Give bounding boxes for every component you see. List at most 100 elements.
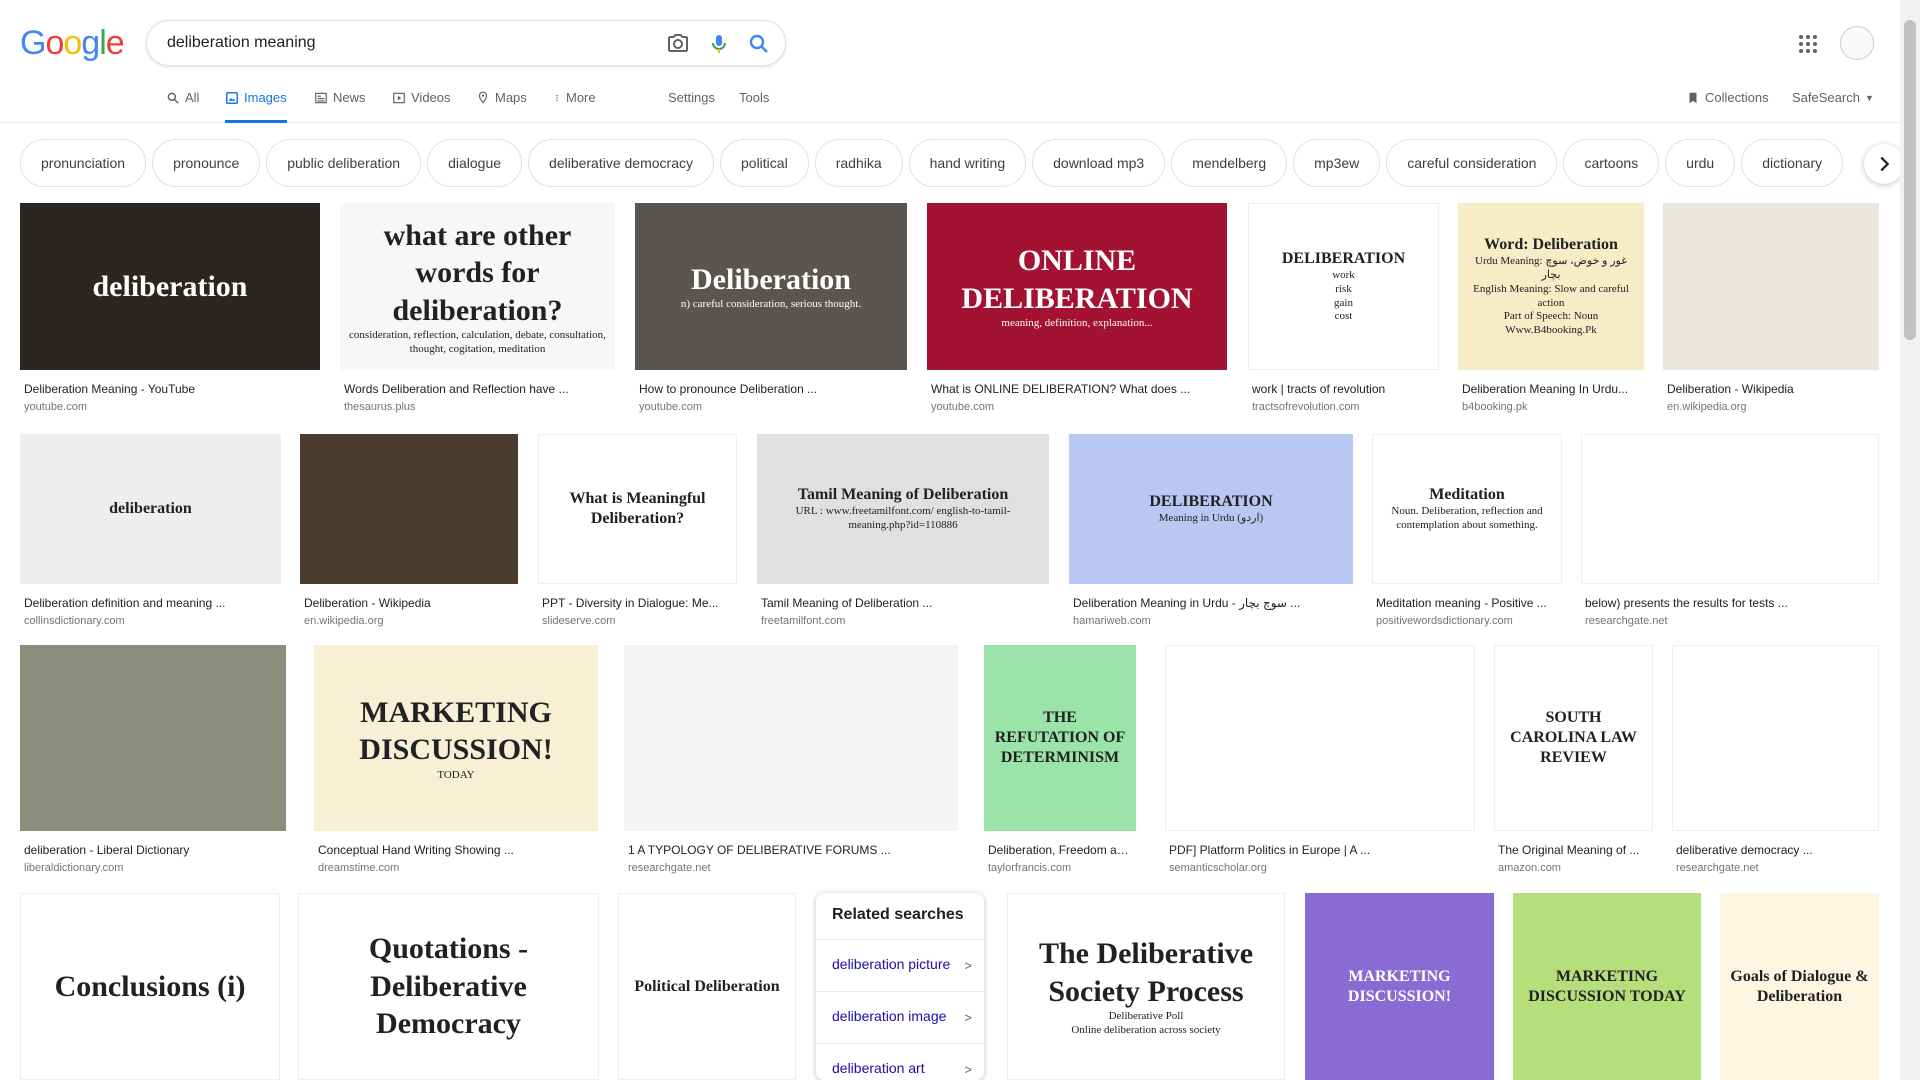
related-search-item[interactable]: deliberation picture > bbox=[816, 939, 984, 991]
result-title[interactable]: Deliberation - Wikipedia bbox=[304, 596, 514, 610]
filter-chip[interactable]: pronunciation bbox=[20, 139, 147, 187]
result-thumbnail[interactable] bbox=[1663, 203, 1879, 370]
result-thumbnail[interactable]: ONLINE DELIBERATION meaning, definition, … bbox=[927, 203, 1227, 370]
result-thumbnail[interactable]: Conclusions (i) bbox=[20, 893, 280, 1080]
image-result[interactable]: Meditation Noun. Deliberation, reflection… bbox=[1372, 434, 1562, 634]
result-title[interactable]: Words Deliberation and Reflection have .… bbox=[344, 382, 611, 396]
result-title[interactable]: 1 A TYPOLOGY OF DELIBERATIVE FORUMS ... bbox=[628, 843, 954, 857]
chips-next-button[interactable] bbox=[1864, 144, 1904, 184]
image-result[interactable]: The Deliberative Society Process Delibera… bbox=[1007, 893, 1285, 1080]
image-result[interactable]: MARKETING DISCUSSION! TODAY Conceptual Han… bbox=[314, 645, 598, 881]
filter-chip[interactable]: political bbox=[720, 139, 809, 187]
result-thumbnail[interactable] bbox=[20, 645, 286, 831]
filter-chip[interactable]: dialogue bbox=[427, 139, 523, 187]
image-result[interactable]: Quotations - Deliberative Democracy bbox=[298, 893, 599, 1080]
microphone-icon[interactable] bbox=[707, 32, 731, 56]
result-title[interactable]: Meditation meaning - Positive ... bbox=[1376, 596, 1558, 610]
image-result[interactable]: DELIBERATION Meaning in Urdu (اردو) Delibe… bbox=[1069, 434, 1353, 634]
image-result[interactable]: Deliberation - Wikipedia en.wikipedia.org bbox=[1663, 203, 1879, 420]
filter-chip[interactable]: download mp3 bbox=[1032, 139, 1166, 187]
result-thumbnail[interactable]: The Deliberative Society Process Delibera… bbox=[1007, 893, 1285, 1080]
image-result[interactable]: Political Deliberation bbox=[618, 893, 796, 1080]
result-thumbnail[interactable]: Goals of Dialogue & Deliberation bbox=[1720, 893, 1879, 1080]
filter-chip[interactable]: radhika bbox=[814, 139, 903, 187]
result-thumbnail[interactable] bbox=[1581, 434, 1879, 584]
filter-chip[interactable]: dictionary bbox=[1741, 139, 1844, 187]
filter-chip[interactable]: deliberative democracy bbox=[528, 139, 714, 187]
result-thumbnail[interactable]: DELIBERATION Meaning in Urdu (اردو) bbox=[1069, 434, 1353, 584]
result-title[interactable]: Deliberation, Freedom an... bbox=[988, 843, 1132, 857]
result-thumbnail[interactable]: Word: Deliberation Urdu Meaning: غور و خو… bbox=[1458, 203, 1644, 370]
result-thumbnail[interactable]: what are other words for deliberation? co… bbox=[340, 203, 615, 370]
image-result[interactable]: Conclusions (i) bbox=[20, 893, 280, 1080]
result-thumbnail[interactable] bbox=[1672, 645, 1879, 831]
result-title[interactable]: Deliberation Meaning - YouTube bbox=[24, 382, 316, 396]
image-result[interactable]: Tamil Meaning of Deliberation URL : www.f… bbox=[757, 434, 1049, 634]
account-avatar[interactable] bbox=[1840, 26, 1874, 60]
image-result[interactable]: MARKETING DISCUSSION! bbox=[1305, 893, 1494, 1080]
result-title[interactable]: Deliberation Meaning In Urdu... bbox=[1462, 382, 1640, 396]
related-search-item[interactable]: deliberation image > bbox=[816, 991, 984, 1043]
image-result[interactable]: DELIBERATION work risk gain cost work | tract… bbox=[1248, 203, 1439, 420]
tab-more[interactable]: More bbox=[553, 90, 596, 123]
result-title[interactable]: below) presents the results for tests ..… bbox=[1585, 596, 1875, 610]
result-title[interactable]: How to pronounce Deliberation ... bbox=[639, 382, 903, 396]
result-title[interactable]: Deliberation definition and meaning ... bbox=[24, 596, 277, 610]
image-result[interactable]: Goals of Dialogue & Deliberation bbox=[1720, 893, 1879, 1080]
result-thumbnail[interactable]: Deliberation n) careful consideration, se… bbox=[635, 203, 907, 370]
filter-chip[interactable]: cartoons bbox=[1563, 139, 1660, 187]
image-result[interactable]: SOUTH CAROLINA LAW REVIEW The Original Me… bbox=[1494, 645, 1653, 881]
image-result[interactable]: Word: Deliberation Urdu Meaning: غور و خو… bbox=[1458, 203, 1644, 420]
image-result[interactable]: ONLINE DELIBERATION meaning, definition, … bbox=[927, 203, 1227, 420]
image-result[interactable]: deliberation Deliberation definition and … bbox=[20, 434, 281, 634]
result-title[interactable]: PDF] Platform Politics in Europe | A ... bbox=[1169, 843, 1471, 857]
result-thumbnail[interactable]: SOUTH CAROLINA LAW REVIEW bbox=[1494, 645, 1653, 831]
result-title[interactable]: Conceptual Hand Writing Showing ... bbox=[318, 843, 594, 857]
result-thumbnail[interactable]: MARKETING DISCUSSION! bbox=[1305, 893, 1494, 1080]
camera-icon[interactable] bbox=[666, 32, 690, 56]
filter-chip[interactable]: urdu bbox=[1665, 139, 1736, 187]
image-result[interactable]: MARKETING DISCUSSION TODAY bbox=[1513, 893, 1701, 1080]
result-title[interactable]: deliberation - Liberal Dictionary bbox=[24, 843, 282, 857]
result-title[interactable]: PPT - Diversity in Dialogue: Me... bbox=[542, 596, 733, 610]
result-thumbnail[interactable]: Quotations - Deliberative Democracy bbox=[298, 893, 599, 1080]
result-thumbnail[interactable]: deliberation bbox=[20, 203, 320, 370]
result-title[interactable]: deliberative democracy ... bbox=[1676, 843, 1875, 857]
image-result[interactable]: THE REFUTATION OF DETERMINISM Deliberatio… bbox=[984, 645, 1136, 881]
result-thumbnail[interactable] bbox=[624, 645, 958, 831]
filter-chip[interactable]: mendelberg bbox=[1171, 139, 1288, 187]
filter-chip[interactable]: pronounce bbox=[152, 139, 261, 187]
result-title[interactable]: Deliberation - Wikipedia bbox=[1667, 382, 1875, 396]
image-result[interactable]: deliberative democracy ... researchgate.n… bbox=[1672, 645, 1879, 881]
image-result[interactable]: Deliberation n) careful consideration, se… bbox=[635, 203, 907, 420]
filter-chip[interactable]: careful consideration bbox=[1386, 139, 1558, 187]
image-result[interactable]: deliberation - Liberal Dictionary liberal… bbox=[20, 645, 286, 881]
safesearch-dropdown[interactable]: SafeSearch ▼ bbox=[1792, 90, 1874, 123]
result-thumbnail[interactable]: MARKETING DISCUSSION! TODAY bbox=[314, 645, 598, 831]
result-thumbnail[interactable]: Tamil Meaning of Deliberation URL : www.f… bbox=[757, 434, 1049, 584]
related-search-item[interactable]: deliberation art > bbox=[816, 1043, 984, 1080]
result-title[interactable]: work | tracts of revolution bbox=[1252, 382, 1435, 396]
google-logo[interactable]: Google bbox=[20, 24, 125, 63]
tab-images[interactable]: Images bbox=[225, 90, 287, 123]
result-thumbnail[interactable] bbox=[300, 434, 518, 584]
result-thumbnail[interactable]: What is Meaningful Deliberation? bbox=[538, 434, 737, 584]
result-thumbnail[interactable]: MARKETING DISCUSSION TODAY bbox=[1513, 893, 1701, 1080]
tab-news[interactable]: News bbox=[314, 90, 366, 123]
image-result[interactable]: what are other words for deliberation? co… bbox=[340, 203, 615, 420]
filter-chip[interactable]: public deliberation bbox=[266, 139, 422, 187]
search-box[interactable] bbox=[146, 20, 786, 66]
filter-chip[interactable]: mp3ew bbox=[1293, 139, 1381, 187]
tools-link[interactable]: Tools bbox=[739, 90, 769, 123]
image-result[interactable]: Deliberation - Wikipedia en.wikipedia.org bbox=[300, 434, 518, 634]
result-thumbnail[interactable]: deliberation bbox=[20, 434, 281, 584]
result-thumbnail[interactable]: THE REFUTATION OF DETERMINISM bbox=[984, 645, 1136, 831]
search-icon[interactable] bbox=[747, 32, 771, 56]
result-thumbnail[interactable]: Meditation Noun. Deliberation, reflection… bbox=[1372, 434, 1562, 584]
tab-all[interactable]: All bbox=[166, 90, 199, 123]
image-result[interactable]: What is Meaningful Deliberation? PPT - Di… bbox=[538, 434, 737, 634]
result-title[interactable]: The Original Meaning of ... bbox=[1498, 843, 1649, 857]
settings-link[interactable]: Settings bbox=[668, 90, 715, 123]
filter-chip[interactable]: hand writing bbox=[908, 139, 1027, 187]
result-thumbnail[interactable] bbox=[1165, 645, 1475, 831]
